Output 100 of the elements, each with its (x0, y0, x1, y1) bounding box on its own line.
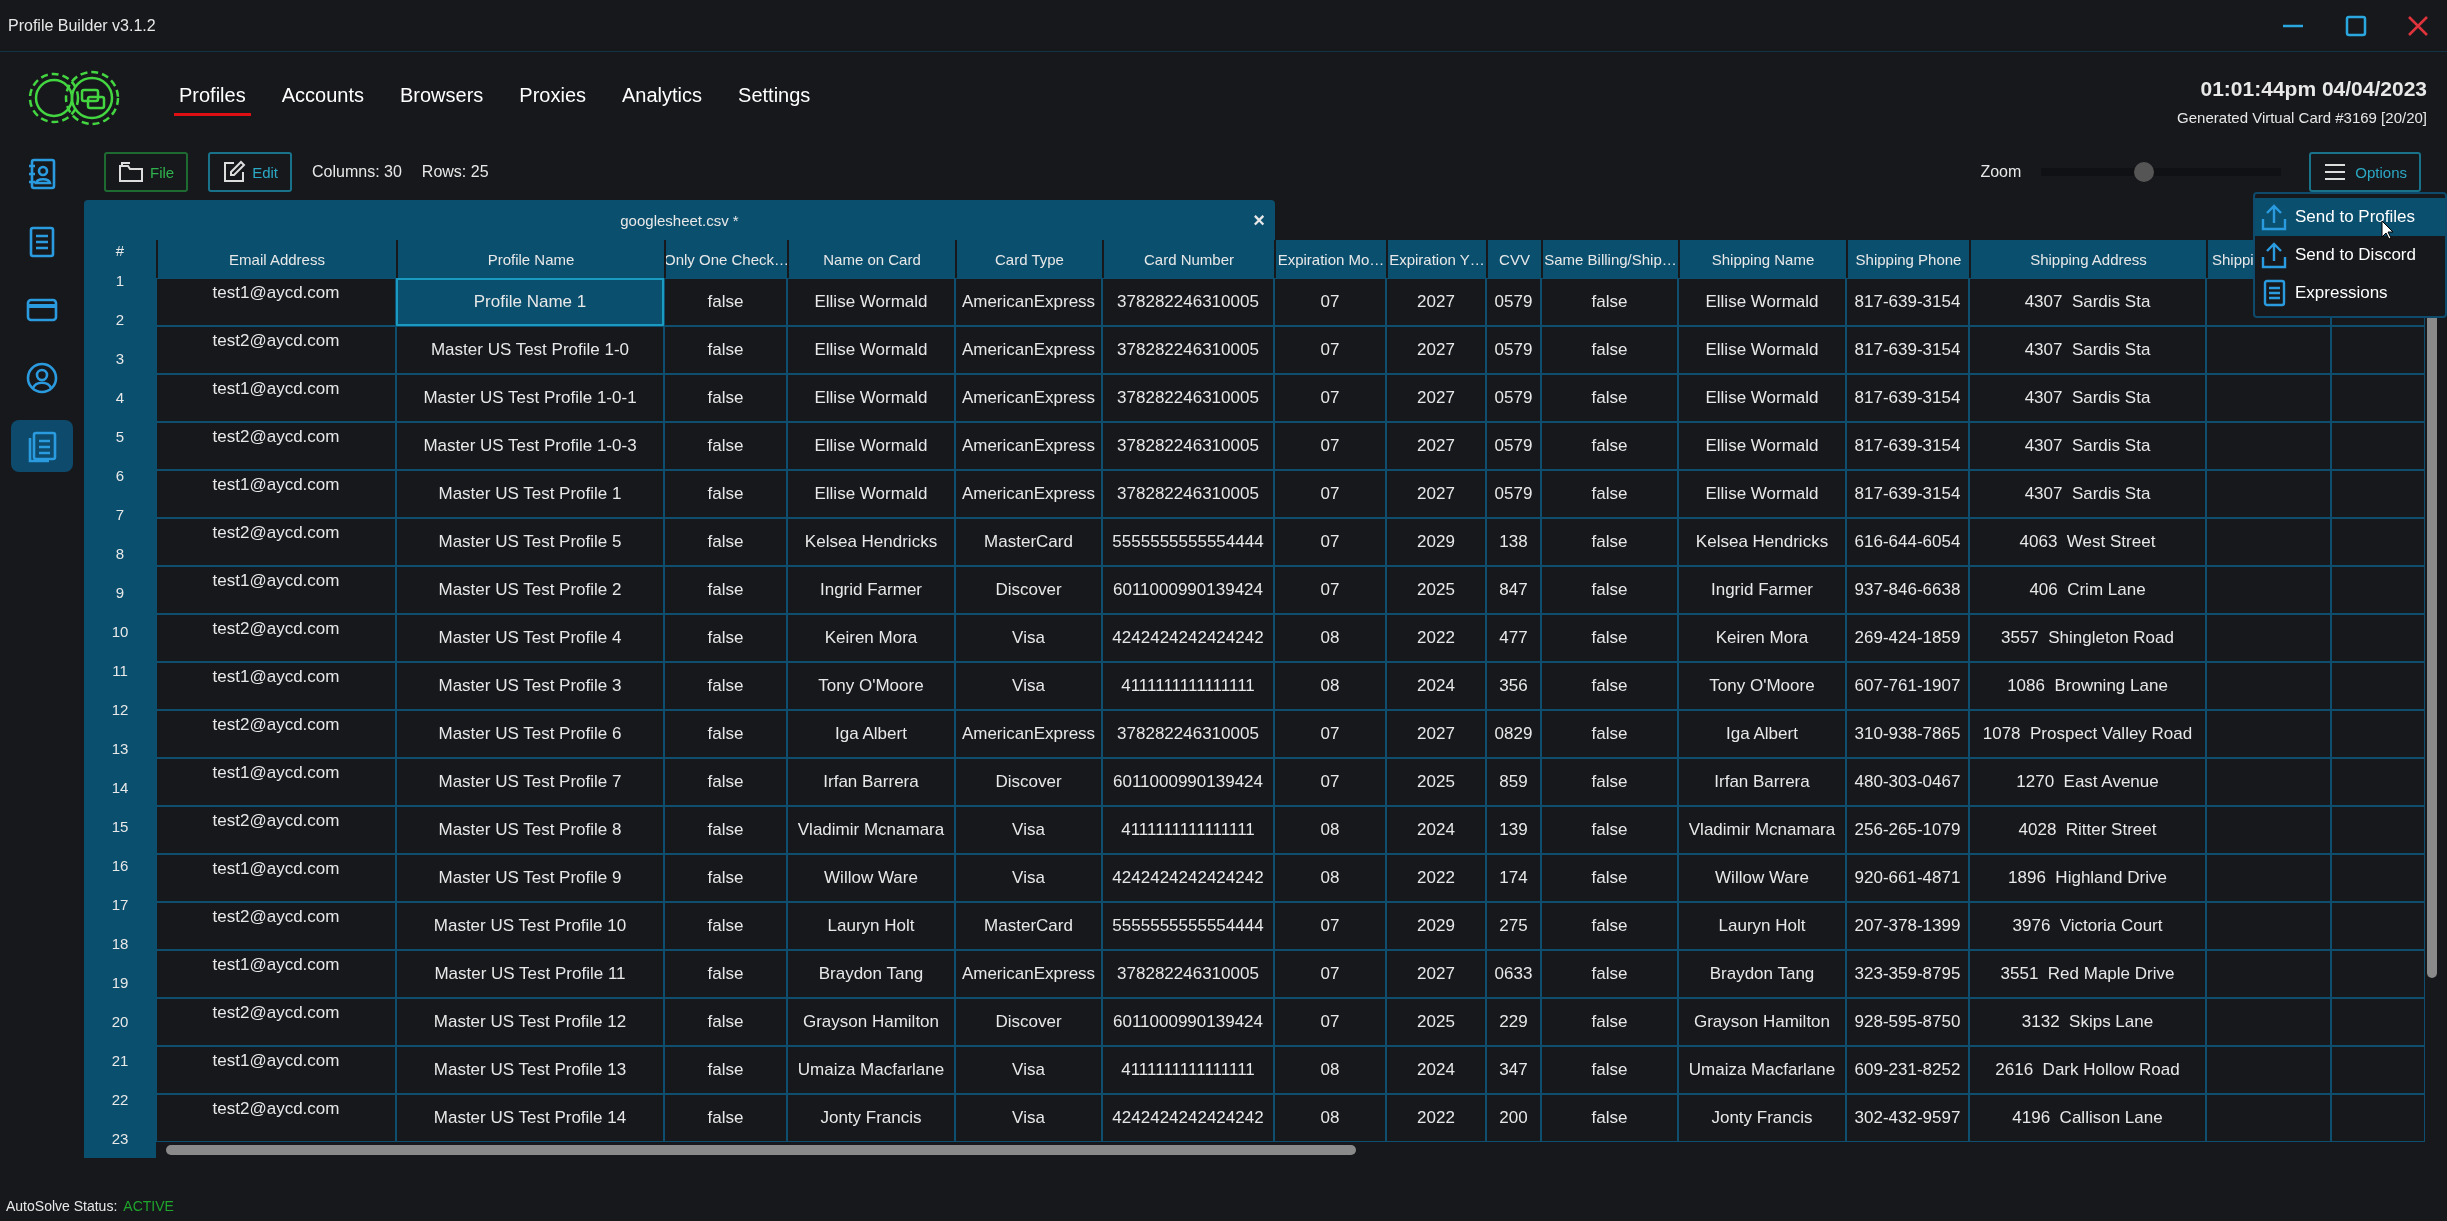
menu-item[interactable]: Send to Discord (2255, 236, 2445, 274)
column-header[interactable]: Expiration Mo… (1274, 240, 1386, 279)
table-cell: false (664, 950, 787, 999)
table-cell: false (664, 662, 787, 711)
upload-icon (2261, 241, 2287, 269)
row-number: 6 (114, 466, 126, 486)
table-cell: 0579 (1486, 326, 1541, 375)
nav-tab[interactable]: Settings (733, 80, 816, 116)
column-header[interactable]: Expiration Y… (1386, 240, 1486, 279)
column-header: # (114, 241, 126, 261)
horizontal-scrollbar[interactable] (166, 1145, 1356, 1156)
sidebar-item[interactable] (11, 420, 73, 472)
slider-thumb[interactable] (2134, 162, 2155, 182)
table-cell: test2@aycd.com (156, 614, 396, 663)
options-button[interactable]: Options (2309, 152, 2421, 192)
column-header[interactable]: Shipping Address (1969, 240, 2206, 279)
table-cell: 6011000990139424 (1102, 758, 1274, 807)
table-cell: Jonty Francis (787, 1094, 955, 1143)
table-cell: Umaiza Macfarlane (787, 1046, 955, 1095)
menu-item[interactable]: Send to Profiles (2255, 198, 2445, 236)
column-header[interactable]: Card Number (1102, 240, 1274, 279)
nav-tab[interactable]: Analytics (617, 80, 708, 116)
table-cell: test1@aycd.com (156, 854, 396, 903)
nav-tab[interactable]: Browsers (394, 80, 489, 116)
table-cell: 2024 (1386, 662, 1486, 711)
table-cell: Irfan Barrera (787, 758, 955, 807)
table-cell: 406 Crim Lane (1969, 566, 2206, 615)
table-cell: 2027 (1386, 950, 1486, 999)
column-header[interactable]: Card Type (955, 240, 1102, 279)
table-cell: Visa (955, 662, 1102, 711)
table-cell: false (664, 470, 787, 519)
table-cell: Master US Test Profile 12 (396, 998, 664, 1047)
row-number: 21 (110, 1051, 130, 1071)
column-header[interactable]: Email Address (156, 240, 396, 279)
column-header[interactable]: Shipping Name (1678, 240, 1846, 279)
table-cell: 3132 Skips Lane (1969, 998, 2206, 1047)
table-cell: Iga Albert (1678, 710, 1846, 759)
table-cell: false (664, 1094, 787, 1143)
table-cell: test2@aycd.com (156, 1094, 396, 1143)
file-button[interactable]: File (104, 152, 189, 192)
nav-tab[interactable]: Proxies (514, 80, 592, 116)
table-cell: 1270 East Avenue (1969, 758, 2206, 807)
table-cell: 817-639-3154 (1846, 278, 1969, 327)
table-cell: 08 (1274, 854, 1386, 903)
table-cell: Master US Test Profile 2 (396, 566, 664, 615)
row-number: 4 (114, 388, 126, 408)
table-cell: 0579 (1486, 422, 1541, 471)
table-cell: test1@aycd.com (156, 566, 396, 615)
table-cell: 323-359-8795 (1846, 950, 1969, 999)
table-cell: 07 (1274, 566, 1386, 615)
table-cell: 817-639-3154 (1846, 374, 1969, 423)
table-cell: test1@aycd.com (156, 278, 396, 327)
table-cell: false (664, 566, 787, 615)
table-cell: Kelsea Hendricks (787, 518, 955, 567)
menu-item[interactable]: Expressions (2255, 274, 2445, 312)
table-cell: 302-432-9597 (1846, 1094, 1969, 1143)
table-cell: 1086 Browning Lane (1969, 662, 2206, 711)
column-header[interactable]: CVV (1486, 240, 1541, 279)
table-cell: 08 (1274, 806, 1386, 855)
table-cell: test1@aycd.com (156, 950, 396, 999)
table-cell: false (664, 326, 787, 375)
table-cell: 139 (1486, 806, 1541, 855)
upload-icon (2261, 203, 2287, 231)
table-cell: false (1541, 998, 1678, 1047)
table-cell: Willow Ware (1678, 854, 1846, 903)
table-cell: Iga Albert (787, 710, 955, 759)
table-cell: Braydon Tang (787, 950, 955, 999)
edit-button[interactable]: Edit (208, 152, 293, 192)
table-cell: 378282246310005 (1102, 326, 1274, 375)
file-tab[interactable]: googlesheet.csv * (620, 211, 739, 229)
close-icon[interactable] (2407, 14, 2429, 37)
table-cell: 378282246310005 (1102, 374, 1274, 423)
column-header[interactable]: Shippi (2206, 240, 2254, 279)
table-cell: 07 (1274, 470, 1386, 519)
column-header[interactable]: Name on Card (787, 240, 955, 279)
column-header[interactable]: Shipping Phone (1846, 240, 1969, 279)
table-cell: Ellise Wormald (1678, 470, 1846, 519)
close-tab-button[interactable]: × (1253, 208, 1265, 232)
table-cell: 607-761-1907 (1846, 662, 1969, 711)
maximize-icon[interactable] (2345, 14, 2367, 37)
table-cell: false (1541, 278, 1678, 327)
table-cell: Master US Test Profile 11 (396, 950, 664, 999)
table-cell: 2027 (1386, 710, 1486, 759)
table-cell: false (664, 518, 787, 567)
table-cell: 1078 Prospect Valley Road (1969, 710, 2206, 759)
rows-count: Rows: 25 (421, 163, 489, 181)
table-cell: false (1541, 950, 1678, 999)
table-cell: false (1541, 662, 1678, 711)
column-header[interactable]: Same Billing/Ship… (1541, 240, 1678, 279)
table-cell: false (1541, 758, 1678, 807)
table-cell: 4307 Sardis Sta (1969, 278, 2206, 327)
table-cell: 2025 (1386, 758, 1486, 807)
table-cell: 3976 Victoria Court (1969, 902, 2206, 951)
table-cell: 08 (1274, 1094, 1386, 1143)
nav-tab[interactable]: Accounts (276, 80, 369, 116)
table-cell: 859 (1486, 758, 1541, 807)
row-number: 18 (110, 934, 130, 954)
nav-tab[interactable]: Profiles (174, 80, 251, 116)
table-cell: 2616 Dark Hollow Road (1969, 1046, 2206, 1095)
row-number: 11 (111, 661, 129, 681)
